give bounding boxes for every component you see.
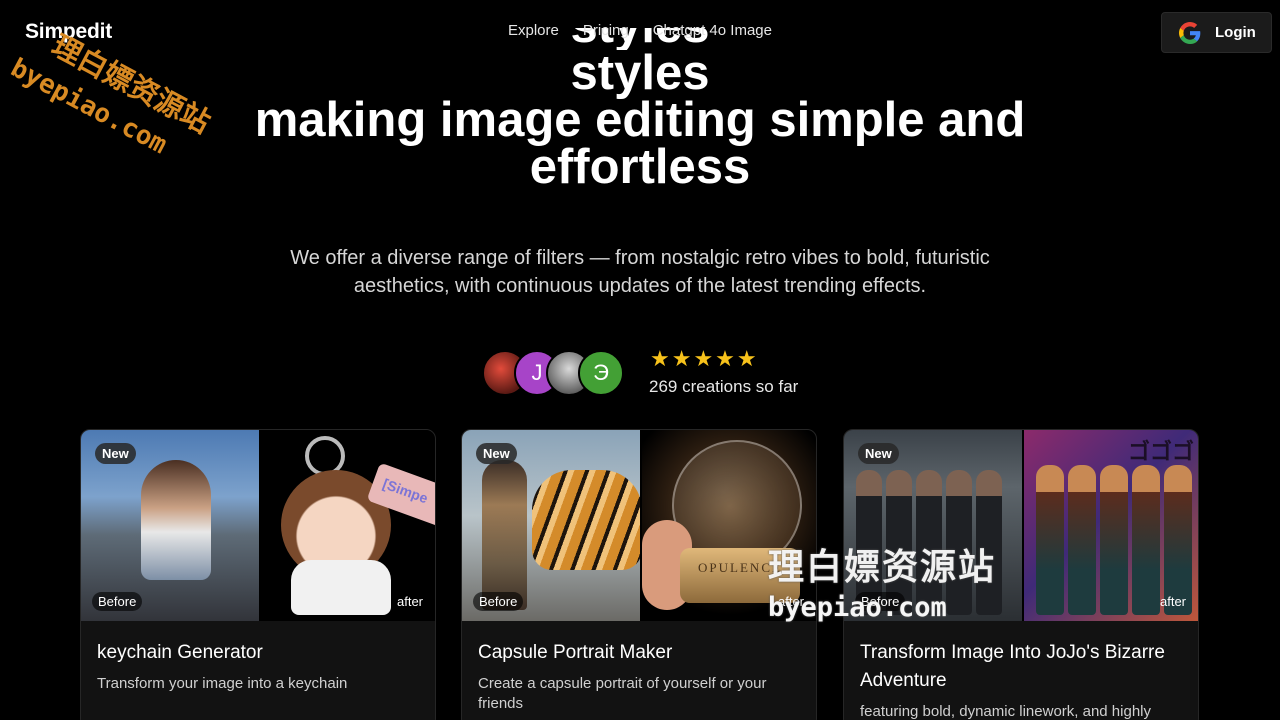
before-label: Before [92,592,143,611]
hero-title-line-2: making image editing simple and [254,93,1026,147]
after-image: ゴゴゴ after [1022,430,1198,621]
figure-shape [1132,465,1160,615]
after-label: after [1159,594,1186,609]
creations-count: 269 creations so far [649,377,799,396]
avatar: Э [578,350,624,396]
figure-shape [1036,465,1064,615]
nav-menu: Explore Pricing Chatgpt 4o Image [508,22,772,39]
google-icon [1179,21,1201,44]
before-after-preview: New Before OPULENCE after [462,430,816,621]
before-after-preview: New Before ゴゴゴ after [844,430,1198,621]
capsule-base-text: OPULENCE [698,560,782,575]
after-label: after [777,594,804,609]
card-title: Transform Image Into JoJo's Bizarre Adve… [860,642,1165,691]
filter-card-jojo[interactable]: New Before ゴゴゴ after Transform Image Int… [843,429,1199,720]
after-image: [Simpe after [259,430,435,621]
card-title: keychain Generator [97,642,263,663]
card-description: Transform your image into a keychain [97,675,348,692]
card-description: featuring bold, dynamic linework, and hi… [860,703,1151,720]
figure-shape [1068,465,1096,615]
figure-shape [976,470,1002,615]
before-image: New Before [81,430,259,621]
tiger-shape [532,470,642,570]
before-label: Before [855,592,906,611]
after-image: OPULENCE after [640,430,816,621]
top-nav: Simpedit Explore Pricing Chatgpt 4o Imag… [0,0,1280,64]
filter-card-capsule-portrait[interactable]: New Before OPULENCE after Capsule Portra… [461,429,817,720]
card-title: Capsule Portrait Maker [478,642,673,663]
hero-subtitle: We offer a diverse range of filters — fr… [290,247,990,297]
rating-stars: ★★★★★ [650,346,759,371]
avatar-group: J Э [482,350,632,396]
new-badge: New [476,443,517,464]
before-image: New Before [462,430,642,621]
hero-title-line-3: effortless [529,140,751,194]
nav-link-explore[interactable]: Explore [508,22,559,39]
login-label: Login [1215,24,1256,41]
figure-shape [916,470,942,615]
nav-link-pricing[interactable]: Pricing [583,22,629,39]
login-button[interactable]: Login [1161,12,1272,53]
new-badge: New [858,443,899,464]
figure-shape [1164,465,1192,615]
figure-shape [1100,465,1128,615]
nav-link-chatgpt-4o-image[interactable]: Chatgpt 4o Image [653,22,772,39]
card-description: Create a capsule portrait of yourself or… [478,675,767,712]
figure-shape [946,470,972,615]
before-after-preview: New Before [Simpe after [81,430,435,621]
person-shape [482,460,527,610]
new-badge: New [95,443,136,464]
before-label: Before [473,592,524,611]
sfx-text: ゴゴゴ [1127,439,1194,464]
brand-logo[interactable]: Simpedit [25,20,112,44]
doll-body-shape [291,560,391,615]
filter-card-keychain[interactable]: New Before [Simpe after keychain Generat… [80,429,436,720]
after-label: after [396,594,423,609]
before-image: New Before [844,430,1022,621]
